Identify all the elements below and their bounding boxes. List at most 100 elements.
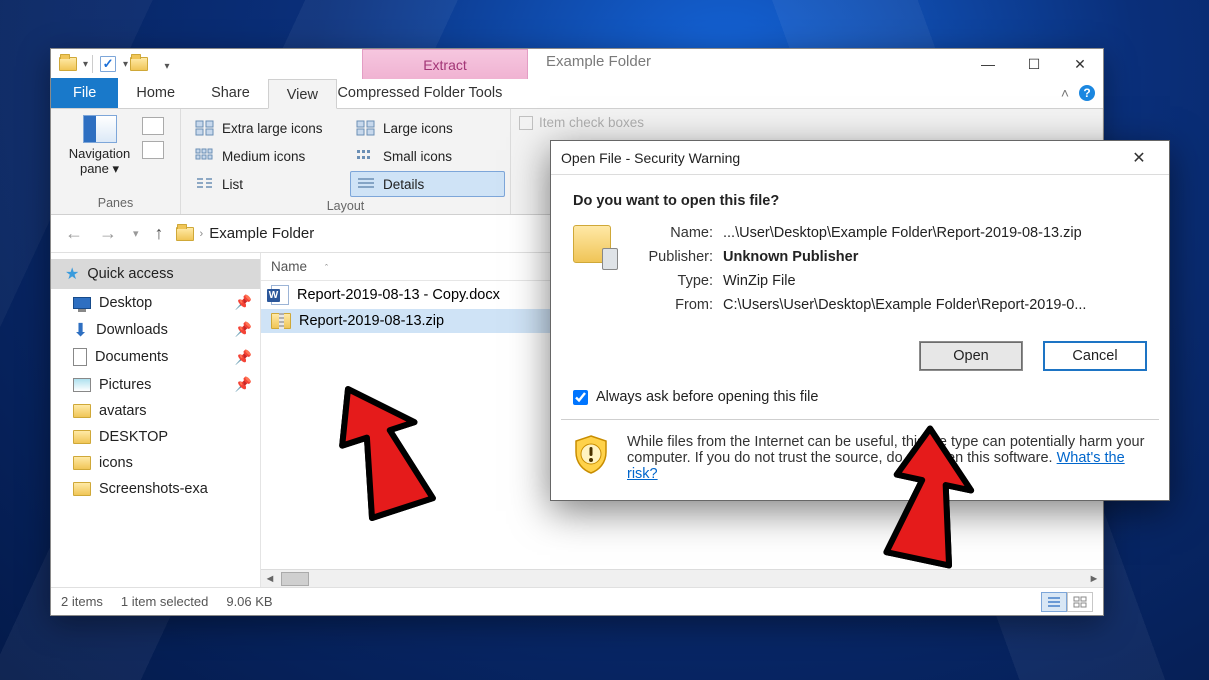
navigation-pane-label: Navigation pane ▾ bbox=[69, 146, 130, 177]
preview-pane-icon[interactable] bbox=[142, 117, 164, 135]
nav-icons[interactable]: icons bbox=[51, 450, 260, 476]
nav-documents[interactable]: Documents 📌 bbox=[51, 343, 260, 371]
layout-extra-large-icons[interactable]: Extra large icons bbox=[189, 115, 344, 141]
minimize-button[interactable]: — bbox=[965, 49, 1011, 79]
scroll-thumb[interactable] bbox=[281, 572, 309, 586]
tab-view[interactable]: View bbox=[268, 79, 337, 109]
layout-details-label: Details bbox=[383, 177, 424, 192]
navigation-pane-button[interactable]: Navigation pane ▾ bbox=[63, 113, 136, 179]
nav-downloads[interactable]: ⬇Downloads📌 bbox=[51, 316, 260, 343]
nav-downloads-label: Downloads bbox=[96, 322, 168, 338]
pictures-icon bbox=[73, 378, 91, 392]
nav-documents-label: Documents bbox=[95, 349, 168, 365]
nav-icons-label: icons bbox=[99, 455, 133, 471]
layout-l-label: Large icons bbox=[383, 121, 453, 136]
details-icon bbox=[355, 175, 377, 193]
ribbon-collapse-icon[interactable]: ˄ bbox=[1061, 85, 1069, 101]
word-document-icon bbox=[271, 285, 289, 305]
breadcrumb-separator: › bbox=[200, 228, 204, 240]
qat-folder-icon[interactable] bbox=[57, 53, 79, 75]
dialog-question: Do you want to open this file? bbox=[573, 193, 1147, 209]
qat-separator bbox=[92, 55, 93, 73]
value-from: C:\Users\User\Desktop\Example Folder\Rep… bbox=[723, 297, 1086, 313]
dialog-warning-text: While files from the Internet can be use… bbox=[627, 434, 1147, 482]
nav-screenshots[interactable]: Screenshots-exa bbox=[51, 476, 260, 502]
nav-avatars-label: avatars bbox=[99, 403, 147, 419]
folder-icon bbox=[73, 482, 91, 496]
pin-icon: 📌 bbox=[235, 294, 252, 311]
nav-quick-access-label: Quick access bbox=[87, 266, 173, 282]
nav-avatars[interactable]: avatars bbox=[51, 398, 260, 424]
layout-s-label: Small icons bbox=[383, 149, 452, 164]
ribbon-group-layout: Extra large icons Large icons Medium ico… bbox=[181, 109, 511, 214]
folder-icon bbox=[73, 456, 91, 470]
tab-compressed-tools[interactable]: Compressed Folder Tools bbox=[337, 78, 503, 108]
nav-desktop2[interactable]: DESKTOP bbox=[51, 424, 260, 450]
list-icon-small bbox=[194, 175, 216, 193]
window-title: Example Folder bbox=[546, 53, 651, 70]
breadcrumb-folder[interactable]: Example Folder bbox=[209, 225, 314, 242]
view-details-button[interactable] bbox=[1041, 592, 1067, 612]
nav-desktop-label: Desktop bbox=[99, 295, 152, 311]
scroll-left-icon[interactable]: ◄ bbox=[261, 573, 279, 585]
navigation-pane-icon bbox=[83, 115, 117, 143]
label-type: Type: bbox=[631, 273, 713, 289]
layout-xl-label: Extra large icons bbox=[222, 121, 323, 136]
layout-m-label: Medium icons bbox=[222, 149, 305, 164]
qat-folder-caret-icon[interactable]: ▾ bbox=[83, 59, 88, 70]
dialog-close-button[interactable]: ✕ bbox=[1119, 148, 1159, 168]
ribbon-group-panes: Navigation pane ▾ Panes bbox=[51, 109, 181, 214]
context-tab-header: Extract bbox=[362, 49, 528, 79]
column-name-label: Name bbox=[271, 259, 307, 274]
dialog-title: Open File - Security Warning bbox=[561, 150, 740, 166]
layout-large-icons[interactable]: Large icons bbox=[350, 115, 505, 141]
label-from: From: bbox=[631, 297, 713, 313]
layout-list[interactable]: List bbox=[189, 171, 344, 197]
layout-medium-icons[interactable]: Medium icons bbox=[189, 143, 344, 169]
breadcrumb[interactable]: › Example Folder bbox=[176, 225, 315, 242]
value-publisher: Unknown Publisher bbox=[723, 249, 1086, 265]
view-large-button[interactable] bbox=[1067, 592, 1093, 612]
navigation-panel: ★ Quick access Desktop📌 ⬇Downloads📌 Docu… bbox=[51, 253, 261, 587]
help-icon[interactable]: ? bbox=[1079, 85, 1095, 101]
nav-recent-caret-icon[interactable]: ▾ bbox=[129, 227, 143, 240]
tab-home[interactable]: Home bbox=[118, 78, 193, 108]
tab-file[interactable]: File bbox=[51, 78, 118, 108]
always-ask-label: Always ask before opening this file bbox=[596, 389, 818, 405]
qat-properties-icon[interactable]: ✓ bbox=[97, 53, 119, 75]
desktop-icon bbox=[73, 297, 91, 309]
status-bar: 2 items 1 item selected 9.06 KB bbox=[51, 587, 1103, 615]
ribbon-group-layout-label: Layout bbox=[189, 197, 502, 215]
maximize-button[interactable]: ☐ bbox=[1011, 49, 1057, 79]
qat-new-folder-icon[interactable] bbox=[128, 53, 150, 75]
scroll-right-icon[interactable]: ► bbox=[1085, 573, 1103, 585]
folder-icon bbox=[73, 404, 91, 418]
column-name[interactable]: Nameˆ bbox=[261, 253, 521, 280]
nav-forward-button[interactable]: → bbox=[95, 223, 121, 244]
value-type: WinZip File bbox=[723, 273, 1086, 289]
nav-quick-access[interactable]: ★ Quick access bbox=[51, 259, 260, 289]
open-button[interactable]: Open bbox=[919, 341, 1023, 371]
nav-back-button[interactable]: ← bbox=[61, 223, 87, 244]
label-name: Name: bbox=[631, 225, 713, 241]
pin-icon: 📌 bbox=[235, 321, 252, 338]
nav-desktop[interactable]: Desktop 📌 bbox=[51, 289, 260, 316]
tab-share[interactable]: Share bbox=[193, 78, 268, 108]
layout-small-icons[interactable]: Small icons bbox=[350, 143, 505, 169]
layout-details[interactable]: Details bbox=[350, 171, 505, 197]
qat-customize-caret-icon[interactable]: ▾ bbox=[156, 53, 178, 75]
folder-icon bbox=[73, 430, 91, 444]
always-ask-checkbox[interactable] bbox=[573, 390, 588, 405]
dialog-titlebar: Open File - Security Warning ✕ bbox=[551, 141, 1169, 175]
horizontal-scrollbar[interactable]: ◄ ► bbox=[261, 569, 1103, 587]
nav-up-button[interactable]: ↑ bbox=[151, 223, 168, 244]
star-icon: ★ bbox=[65, 264, 79, 284]
open-button-label: Open bbox=[953, 348, 988, 364]
nav-pictures[interactable]: Pictures📌 bbox=[51, 371, 260, 398]
cancel-button[interactable]: Cancel bbox=[1043, 341, 1147, 371]
close-button[interactable]: ✕ bbox=[1057, 49, 1103, 79]
pin-icon: 📌 bbox=[235, 349, 252, 366]
status-selected-count: 1 item selected bbox=[121, 594, 208, 609]
details-pane-icon[interactable] bbox=[142, 141, 164, 159]
context-tab-header-label: Extract bbox=[423, 57, 467, 73]
